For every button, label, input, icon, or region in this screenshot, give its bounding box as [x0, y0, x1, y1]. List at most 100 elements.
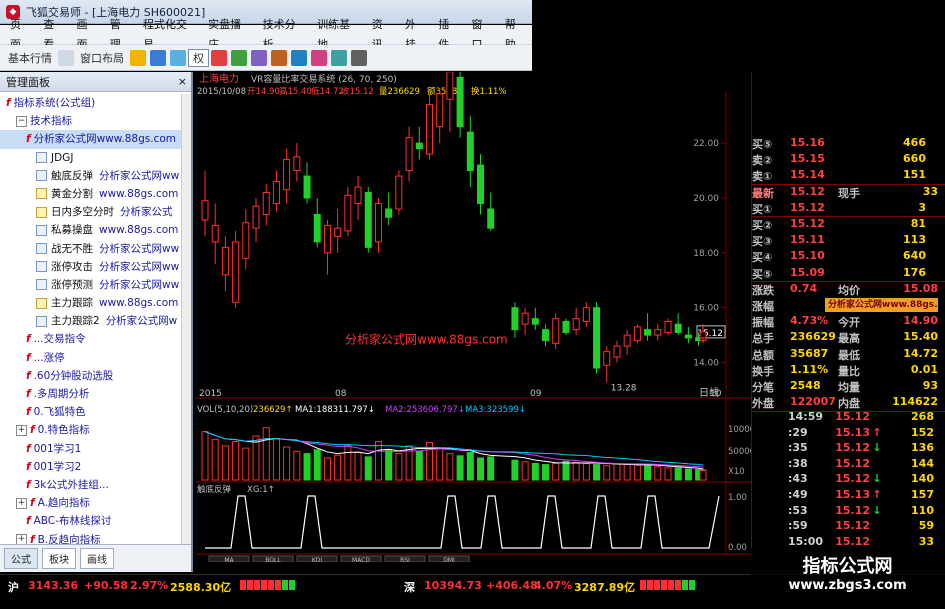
chart-svg[interactable]: 上海电力 VR容量比率交易系统 (26, 70, 250) 2015/10/08 开1…	[195, 72, 751, 562]
layout-icon[interactable]	[251, 49, 267, 66]
volume-bar	[221, 445, 229, 481]
candle-body	[252, 205, 260, 229]
panel-scrollbar[interactable]	[181, 94, 191, 544]
tree-item-label: 指标系统(公式组)	[13, 97, 96, 109]
tree-item-note: www.88gs.com	[99, 187, 179, 200]
panel-header: 管理面板 ×	[0, 72, 191, 92]
tree-item[interactable]: + f 0.特色指标	[0, 421, 181, 439]
tree-item-note: 分析家公式网ww	[99, 278, 180, 291]
chart-tool-icon[interactable]	[211, 49, 227, 66]
expand-icon[interactable]: +	[16, 424, 27, 436]
rights-button[interactable]: 权	[188, 48, 209, 67]
candle-body	[664, 320, 672, 333]
quote-value: 236629	[790, 330, 836, 344]
tree-item-label: 分析家公式网www.88gs.com	[33, 133, 176, 146]
tree-item[interactable]: 日内多空分时 分析家公式	[0, 203, 181, 221]
dropdown-icon[interactable]	[58, 49, 74, 66]
tree-item[interactable]: 主力跟踪 www.88gs.com	[0, 294, 181, 312]
close-icon[interactable]: ×	[178, 75, 187, 88]
trade-p: 15.12	[835, 410, 870, 423]
quote-volume: 113	[903, 233, 926, 247]
tree-item[interactable]: f ...交易指令	[0, 330, 181, 348]
tree-item-note: 分析家公式网w	[105, 315, 178, 328]
quote-volume: 内盘	[838, 397, 860, 411]
tree-item[interactable]: f ABC-布林线探讨	[0, 512, 181, 530]
candle-body	[613, 345, 621, 358]
candle-body	[415, 142, 423, 150]
trade-a: ↑	[872, 425, 882, 439]
quote-volume: 466	[903, 136, 926, 149]
tree-item[interactable]: f 分析家公式网www.88gs.com	[0, 130, 181, 149]
candle-body	[313, 213, 321, 243]
sz-index: 10394.73	[424, 579, 482, 592]
volume-bar	[623, 464, 631, 481]
tree-item[interactable]: f 001学习2	[0, 458, 181, 476]
expand-icon[interactable]: −	[16, 115, 27, 127]
window-layout-button[interactable]: 窗口布局	[76, 50, 128, 66]
panel-tab-2[interactable]: 画线	[80, 548, 114, 569]
trade-row: :43 15.12 ↓ 140	[788, 472, 938, 488]
crosshair-icon[interactable]	[150, 49, 166, 66]
grid-icon[interactable]	[291, 49, 307, 66]
trade-p: 15.12	[835, 456, 870, 470]
tree-item-label: ABC-布林线探讨	[33, 515, 112, 528]
volume-bar	[293, 450, 301, 481]
tree-item[interactable]: f 001学习1	[0, 440, 181, 458]
tree-item[interactable]: JDGJ	[0, 149, 181, 167]
indicator-icon[interactable]	[231, 49, 247, 66]
volume-bar	[446, 453, 454, 481]
quote-value: 15.12	[790, 184, 825, 198]
tree-item[interactable]: 涨停预测 分析家公式网ww	[0, 276, 181, 294]
tree-item[interactable]: 触底反弹 分析家公式网ww	[0, 167, 181, 185]
trade-v: 152	[911, 425, 934, 439]
expand-icon[interactable]: +	[16, 534, 27, 544]
tree-item[interactable]: f ...涨停	[0, 349, 181, 367]
tree-item[interactable]: + f A.趋向指标	[0, 494, 181, 512]
settings-icon[interactable]	[351, 49, 367, 66]
tree-item[interactable]: f 3k公式外挂组...	[0, 476, 181, 494]
tree-item[interactable]: − 技术指标	[0, 112, 181, 130]
volume-bar	[542, 464, 550, 481]
tree-item[interactable]: f 0.飞狐特色	[0, 403, 181, 421]
tree-item[interactable]: f .多周期分析	[0, 385, 181, 403]
candle-body	[385, 208, 393, 218]
low-price-label: 13.28	[611, 383, 637, 393]
tree-item[interactable]: f .60分钟股动选股	[0, 367, 181, 385]
vol-value: 236629↑	[253, 405, 293, 415]
formula-file-icon	[36, 261, 47, 273]
tool-icon[interactable]	[271, 49, 287, 66]
quote-volume: 现手	[838, 186, 860, 200]
formula-group-icon: f	[26, 406, 31, 419]
quote-volume: 81	[910, 217, 926, 230]
indicator-tab-label: MA	[224, 557, 234, 562]
trade-row: :49 15.13 ↑ 157	[788, 488, 938, 504]
formula-file-icon	[36, 188, 47, 200]
tree-item-label: 001学习1	[33, 442, 82, 455]
expand-icon[interactable]: +	[16, 497, 27, 509]
quote-value: 15.14	[790, 168, 825, 182]
formula-file-icon	[36, 315, 47, 327]
kline-chart[interactable]: 上海电力 VR容量比率交易系统 (26, 70, 250) 2015/10/08 开1…	[195, 72, 751, 562]
basic-quote-button[interactable]: 基本行情	[4, 50, 56, 66]
vol-header: VOL(5,10,20)	[197, 405, 253, 415]
tree-item[interactable]: f 指标系统(公式组)	[0, 94, 181, 112]
brand-watermark: 指标公式网 www.zbgs3.com	[750, 548, 945, 609]
draw-icon[interactable]	[311, 49, 327, 66]
tree-item[interactable]: 主力跟踪2 分析家公式网w	[0, 312, 181, 330]
tree-item[interactable]: 涨停攻击 分析家公式网ww	[0, 258, 181, 276]
refresh-icon[interactable]	[331, 49, 347, 66]
tree-item[interactable]: 黄金分割 www.88gs.com	[0, 185, 181, 203]
tree-item[interactable]: 战无不胜 分析家公式网ww	[0, 240, 181, 258]
indicator-tick-label: 0.00	[728, 543, 747, 553]
panel-tab-0[interactable]: 公式	[4, 548, 38, 569]
trade-t: :29	[788, 425, 808, 439]
indicator-tab-label: RSI	[400, 557, 410, 562]
trade-v: 157	[911, 488, 934, 501]
zoom-icon[interactable]	[170, 49, 186, 66]
folder-icon[interactable]	[130, 49, 146, 66]
candle-body	[395, 175, 403, 210]
quote-value: 4.73%	[790, 314, 829, 328]
tree-item[interactable]: + f B.反趋向指标	[0, 531, 181, 544]
panel-tab-1[interactable]: 板块	[42, 548, 76, 569]
tree-item[interactable]: 私募操盘 www.88gs.com	[0, 221, 181, 239]
